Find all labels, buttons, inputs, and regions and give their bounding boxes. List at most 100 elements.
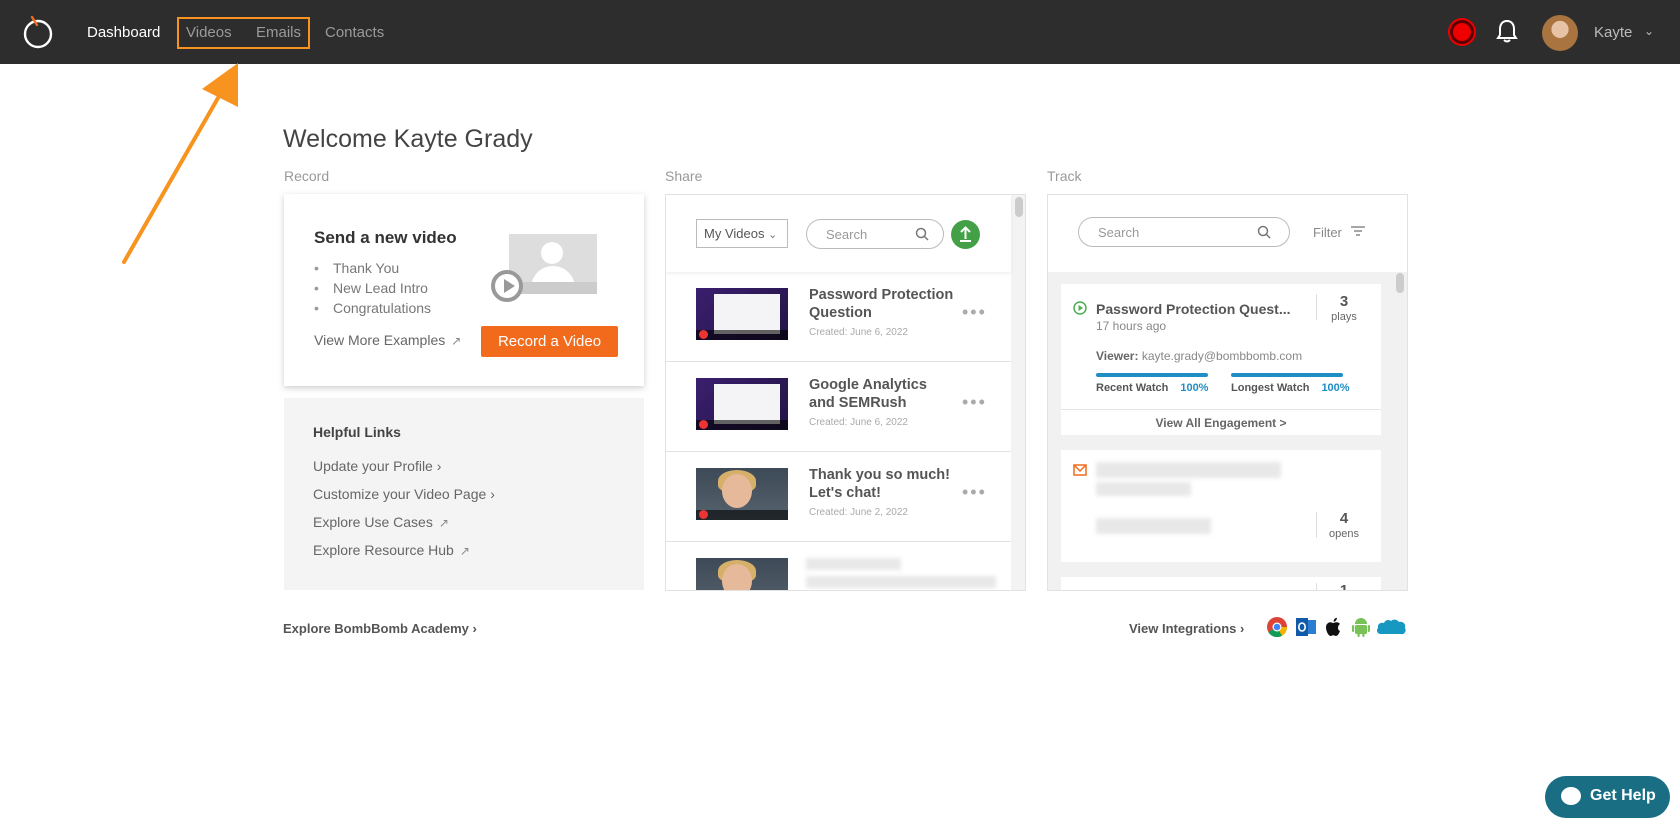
explore-resource-hub-link[interactable]: Explore Resource Hub ↗ bbox=[313, 542, 470, 558]
link-label: Explore BombBomb Academy bbox=[283, 621, 469, 636]
android-icon[interactable] bbox=[1350, 616, 1372, 638]
count: 1 bbox=[1339, 582, 1349, 591]
video-title[interactable]: Password Protection Question bbox=[809, 286, 954, 322]
chevron-right-icon: › bbox=[436, 458, 442, 474]
record-card: Send a new video Thank You New Lead Intr… bbox=[284, 194, 644, 386]
blurred-subtitle bbox=[1096, 482, 1191, 496]
bell-icon[interactable] bbox=[1495, 18, 1519, 44]
label: Longest Watch bbox=[1231, 382, 1310, 394]
external-link-icon: ↗ bbox=[438, 516, 449, 530]
track-column-label: Track bbox=[1047, 168, 1082, 184]
blurred-title bbox=[806, 558, 901, 570]
user-name[interactable]: Kayte bbox=[1594, 24, 1632, 41]
view-more-label: View More Examples bbox=[314, 332, 446, 348]
explore-use-cases-link[interactable]: Explore Use Cases ↗ bbox=[313, 514, 449, 530]
video-thumbnail[interactable] bbox=[696, 378, 788, 430]
play-icon bbox=[1073, 301, 1087, 315]
more-options-icon[interactable]: ••• bbox=[962, 392, 987, 413]
video-date: Created: June 6, 2022 bbox=[809, 327, 908, 338]
mail-icon bbox=[1073, 464, 1087, 476]
avatar[interactable] bbox=[1542, 15, 1578, 51]
upload-icon bbox=[960, 226, 971, 242]
engagement-card[interactable]: 1 bbox=[1061, 577, 1381, 591]
track-panel: Search Filter Password Protection Quest.… bbox=[1047, 194, 1408, 591]
share-search-input[interactable]: Search bbox=[806, 219, 944, 249]
open-count-label: opens bbox=[1329, 528, 1359, 540]
more-options-icon[interactable]: ••• bbox=[962, 302, 987, 323]
video-title[interactable]: Google Analytics and SEMRush bbox=[809, 376, 954, 412]
video-thumbnail[interactable] bbox=[696, 558, 788, 590]
label: Recent Watch bbox=[1096, 382, 1169, 394]
viewer-info: Viewer: kayte.grady@bombbomb.com bbox=[1096, 349, 1302, 363]
video-filter-select[interactable]: My Videos ⌄ bbox=[696, 219, 788, 248]
scrollbar-thumb[interactable] bbox=[1015, 197, 1023, 217]
example-item: Thank You bbox=[314, 258, 431, 278]
link-label: Explore Resource Hub bbox=[313, 542, 454, 558]
chevron-right-icon: › bbox=[472, 621, 477, 636]
logo-icon[interactable] bbox=[22, 14, 54, 50]
video-row[interactable] bbox=[666, 542, 1011, 590]
viewer-label: Viewer: bbox=[1096, 349, 1139, 363]
chevron-down-icon[interactable]: ⌄ bbox=[1644, 24, 1654, 38]
scrollbar-track[interactable] bbox=[1011, 195, 1025, 590]
record-video-button[interactable]: Record a Video bbox=[481, 326, 618, 357]
share-toolbar: My Videos ⌄ Search bbox=[666, 195, 1011, 272]
link-label: Explore Use Cases bbox=[313, 514, 433, 530]
chevron-down-icon: ⌄ bbox=[768, 229, 778, 241]
nav-contacts[interactable]: Contacts bbox=[325, 24, 384, 41]
search-placeholder: Search bbox=[826, 227, 868, 242]
chevron-right-icon: › bbox=[490, 486, 495, 502]
recent-watch-bar bbox=[1096, 373, 1208, 377]
helpful-links-title: Helpful Links bbox=[313, 424, 401, 440]
get-help-label: Get Help bbox=[1590, 787, 1656, 804]
upload-button[interactable] bbox=[951, 220, 980, 249]
nav-dashboard[interactable]: Dashboard bbox=[87, 24, 160, 41]
engagement-card[interactable]: 4 opens bbox=[1061, 450, 1381, 562]
video-row[interactable]: Google Analytics and SEMRush Created: Ju… bbox=[666, 362, 1011, 452]
example-item: New Lead Intro bbox=[314, 278, 431, 298]
record-icon[interactable] bbox=[1450, 20, 1474, 44]
video-row[interactable]: Thank you so much! Let's chat! Created: … bbox=[666, 452, 1011, 542]
video-date: Created: June 2, 2022 bbox=[809, 507, 908, 518]
engagement-card[interactable]: Password Protection Quest... 17 hours ag… bbox=[1061, 284, 1381, 435]
apple-icon[interactable] bbox=[1323, 616, 1345, 638]
longest-watch-label: Longest Watch 100% bbox=[1231, 382, 1350, 394]
top-navigation-bar: Dashboard Videos Emails Contacts Kayte ⌄ bbox=[0, 0, 1680, 64]
value: 100% bbox=[1180, 382, 1209, 394]
external-link-icon: ↗ bbox=[451, 334, 462, 348]
value: 100% bbox=[1321, 382, 1350, 394]
link-label: View Integrations bbox=[1129, 621, 1237, 636]
explore-academy-link[interactable]: Explore BombBomb Academy › bbox=[283, 621, 477, 636]
annotation-arrow bbox=[122, 63, 238, 264]
engagement-title[interactable]: Password Protection Quest... bbox=[1096, 301, 1291, 317]
view-more-examples-link[interactable]: View More Examples ↗ bbox=[314, 332, 461, 348]
video-thumbnail[interactable] bbox=[696, 468, 788, 520]
outlook-icon[interactable] bbox=[1295, 616, 1317, 638]
filter-button[interactable]: Filter bbox=[1313, 225, 1366, 240]
track-search-input[interactable]: Search bbox=[1078, 217, 1290, 247]
chat-icon bbox=[1561, 787, 1581, 805]
chrome-icon[interactable] bbox=[1266, 616, 1288, 638]
video-thumbnail[interactable] bbox=[696, 288, 788, 340]
update-profile-link[interactable]: Update your Profile › bbox=[313, 458, 441, 474]
scrollbar-thumb[interactable] bbox=[1396, 273, 1404, 293]
get-help-button[interactable]: Get Help bbox=[1545, 776, 1670, 818]
play-count: 3 bbox=[1339, 293, 1349, 310]
examples-list: Thank You New Lead Intro Congratulations bbox=[314, 258, 431, 318]
view-integrations-link[interactable]: View Integrations › bbox=[1129, 621, 1244, 636]
customize-video-page-link[interactable]: Customize your Video Page › bbox=[313, 486, 495, 502]
blurred-title bbox=[1096, 462, 1281, 478]
view-all-engagement-link[interactable]: View All Engagement > bbox=[1061, 409, 1381, 435]
video-date: Created: June 6, 2022 bbox=[809, 417, 908, 428]
video-row[interactable]: Password Protection Question Created: Ju… bbox=[666, 272, 1011, 362]
record-column-label: Record bbox=[284, 168, 330, 184]
select-value: My Videos bbox=[704, 226, 765, 241]
blurred-detail bbox=[1096, 518, 1211, 534]
chevron-right-icon: › bbox=[1240, 621, 1245, 636]
video-title[interactable]: Thank you so much! Let's chat! bbox=[809, 466, 954, 502]
share-panel: My Videos ⌄ Search Password Protection Q… bbox=[665, 194, 1026, 591]
more-options-icon[interactable]: ••• bbox=[962, 482, 987, 503]
play-icon bbox=[491, 270, 523, 302]
salesforce-icon[interactable] bbox=[1375, 616, 1407, 638]
share-column-label: Share bbox=[665, 168, 703, 184]
